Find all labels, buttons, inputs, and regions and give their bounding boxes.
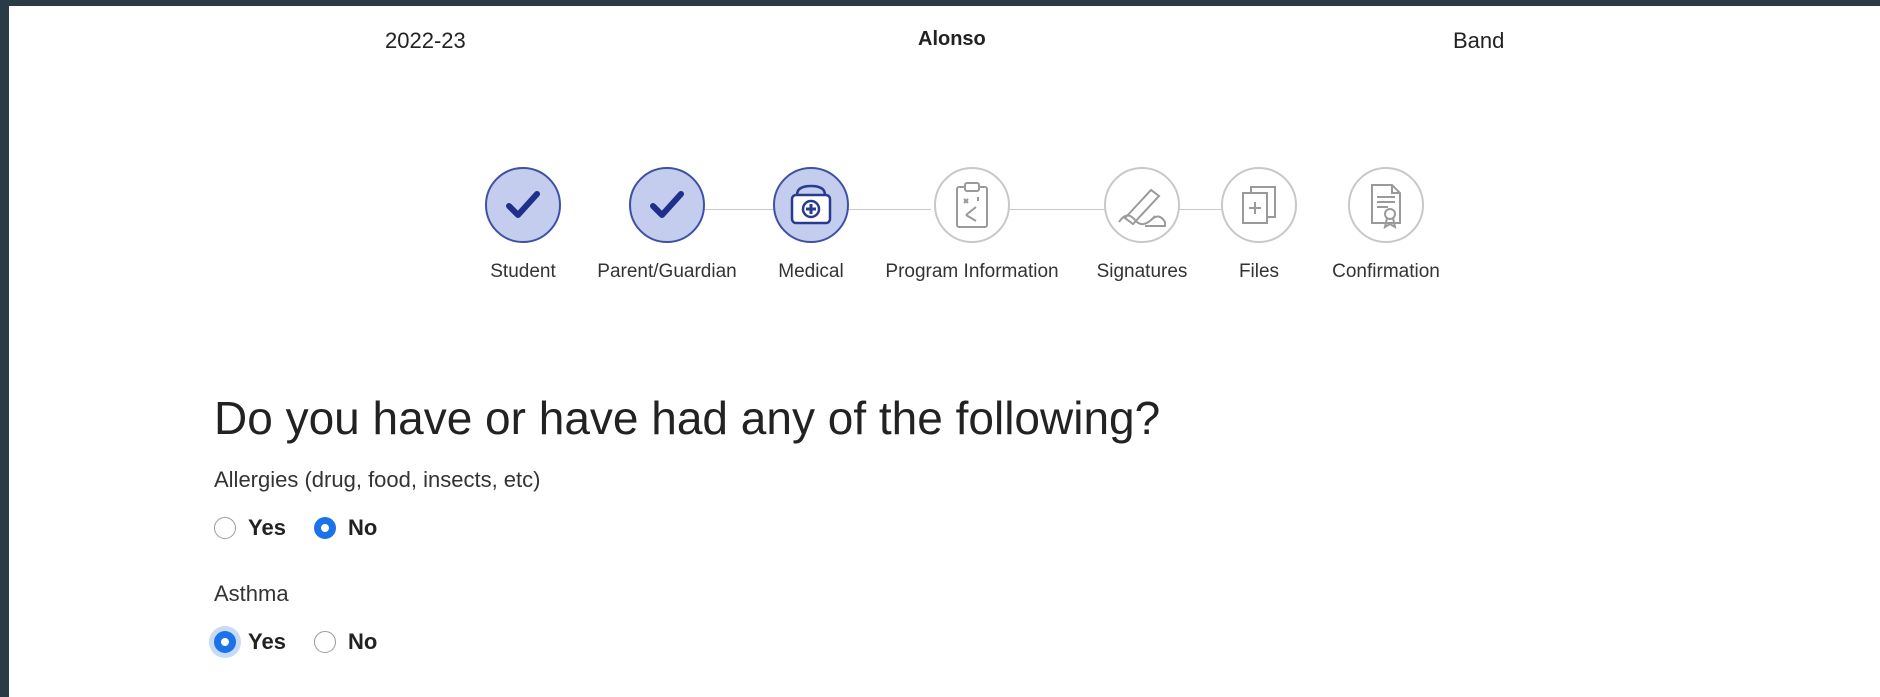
- asthma-no-radio[interactable]: [313, 631, 336, 653]
- allergies-yes-radio[interactable]: [214, 517, 236, 539]
- radio-label: Yes: [248, 629, 286, 654]
- step-circle: [485, 167, 561, 243]
- asthma-no-option[interactable]: No: [313, 629, 378, 655]
- step-circle: [629, 167, 705, 243]
- check-icon: [650, 191, 684, 218]
- step-circle: [1348, 167, 1424, 243]
- program-name: Band: [1453, 28, 1505, 53]
- step-circle: [934, 167, 1010, 243]
- allergies-no-radio[interactable]: [313, 517, 336, 539]
- asthma-radio-group: Yes No: [214, 626, 405, 658]
- progress-stepper: Student Parent/Guardian Medical Program …: [9, 164, 1880, 294]
- step-label: Confirmation: [1332, 261, 1440, 282]
- allergies-label: Allergies (drug, food, insects, etc): [214, 467, 541, 492]
- step-connector: [1007, 209, 1107, 210]
- student-name: Alonso: [918, 28, 986, 50]
- allergies-yes-option[interactable]: Yes: [214, 515, 286, 541]
- step-circle: [1221, 167, 1297, 243]
- allergies-radio-group: Yes No: [214, 512, 405, 544]
- medical-kit-icon: [790, 184, 832, 225]
- check-icon: [506, 191, 540, 218]
- allergies-no-option[interactable]: No: [313, 515, 378, 541]
- question-title: Do you have or have had any of the follo…: [214, 392, 1161, 444]
- step-circle: [1104, 167, 1180, 243]
- certificate-icon: [1371, 184, 1401, 229]
- asthma-yes-option[interactable]: Yes: [214, 629, 286, 655]
- asthma-label: Asthma: [214, 581, 289, 606]
- clipboard-diagram-icon: [956, 182, 988, 228]
- step-connector: [1179, 209, 1224, 210]
- signature-pen-icon: [1118, 188, 1166, 227]
- files-add-icon: [1242, 186, 1276, 224]
- radio-label: No: [347, 629, 378, 654]
- school-year: 2022-23: [385, 28, 466, 53]
- page: 2022-23 Alonso Band Student Parent/Guard…: [9, 6, 1880, 697]
- step-circle: [773, 167, 849, 243]
- radio-label: Yes: [248, 515, 286, 540]
- asthma-yes-radio[interactable]: [214, 631, 236, 653]
- radio-label: No: [347, 515, 378, 540]
